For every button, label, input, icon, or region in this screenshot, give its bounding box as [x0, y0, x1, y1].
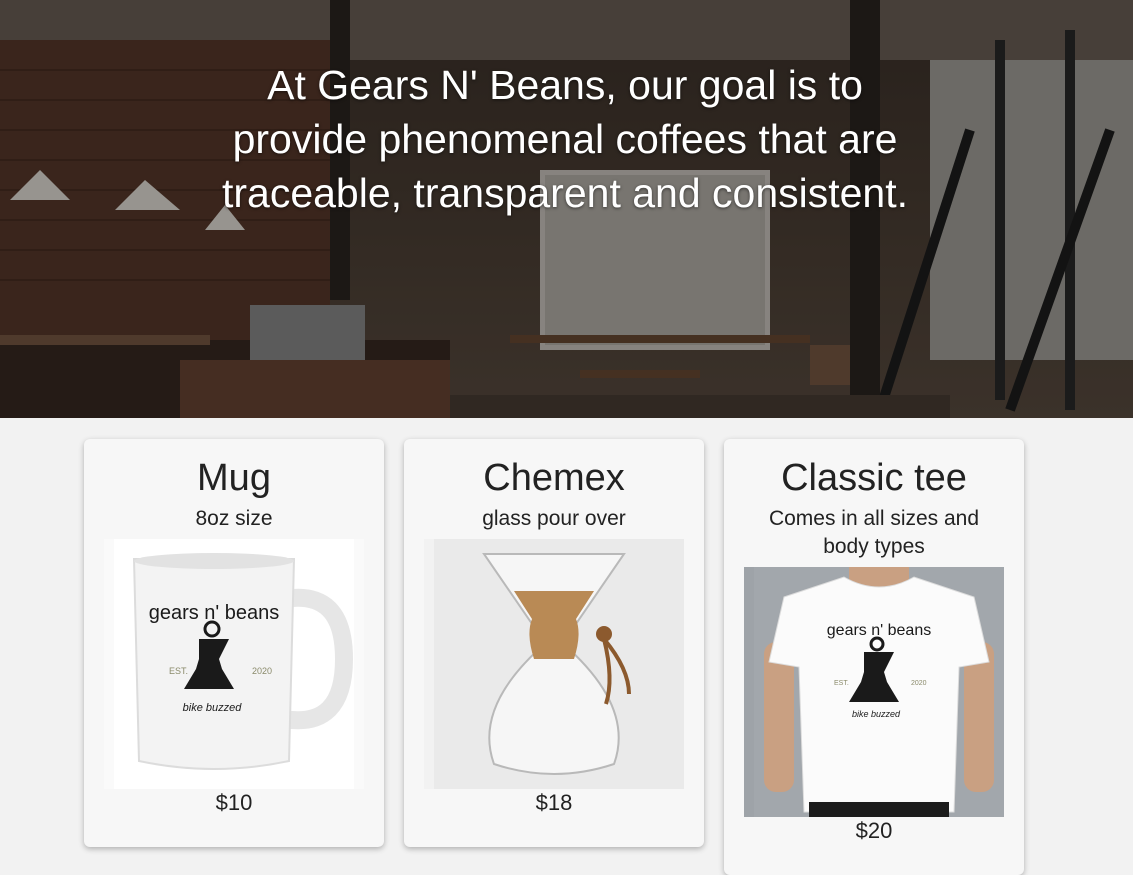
- logo-left-text: EST.: [169, 666, 188, 676]
- hero-banner: At Gears N' Beans, our goal is to provid…: [0, 0, 1133, 418]
- product-subtitle: 8oz size: [195, 507, 273, 530]
- product-grid: Mug 8oz size gears n' beans EST. 2020 bi…: [0, 418, 1133, 875]
- product-card-classic-tee[interactable]: Classic tee Comes in all sizes and body …: [724, 439, 1024, 875]
- logo-right-text: 2020: [911, 680, 927, 687]
- chemex-icon: [434, 539, 684, 789]
- product-subtitle: glass pour over: [482, 507, 626, 530]
- product-title: Classic tee: [781, 457, 967, 499]
- product-price: $10: [215, 790, 253, 815]
- logo-right-text: 2020: [252, 666, 272, 676]
- product-title: Mug: [197, 457, 271, 499]
- product-title: Chemex: [483, 457, 625, 499]
- mission-statement: At Gears N' Beans, our goal is to provid…: [221, 62, 909, 216]
- product-card-mug[interactable]: Mug 8oz size gears n' beans EST. 2020 bi…: [84, 439, 384, 847]
- tshirt-image: gears n' beans EST. 2020 bike buzzed: [744, 567, 1004, 817]
- product-price: $20: [855, 818, 893, 843]
- product-price: $18: [535, 790, 573, 815]
- mug-icon: gears n' beans EST. 2020 bike buzzed: [114, 539, 354, 789]
- product-subtitle: Comes in all sizes and body types: [768, 507, 980, 558]
- tshirt-icon: gears n' beans EST. 2020 bike buzzed: [754, 567, 1004, 817]
- logo-bottom-text: bike buzzed: [852, 709, 901, 719]
- logo-top-text: gears n' beans: [149, 602, 280, 624]
- logo-top-text: gears n' beans: [827, 622, 931, 639]
- chemex-image: [424, 539, 684, 789]
- product-card-chemex[interactable]: Chemex glass pour over $18: [404, 439, 704, 847]
- mug-image: gears n' beans EST. 2020 bike buzzed: [104, 539, 364, 789]
- logo-bottom-text: bike buzzed: [183, 702, 243, 714]
- logo-left-text: EST.: [834, 680, 849, 687]
